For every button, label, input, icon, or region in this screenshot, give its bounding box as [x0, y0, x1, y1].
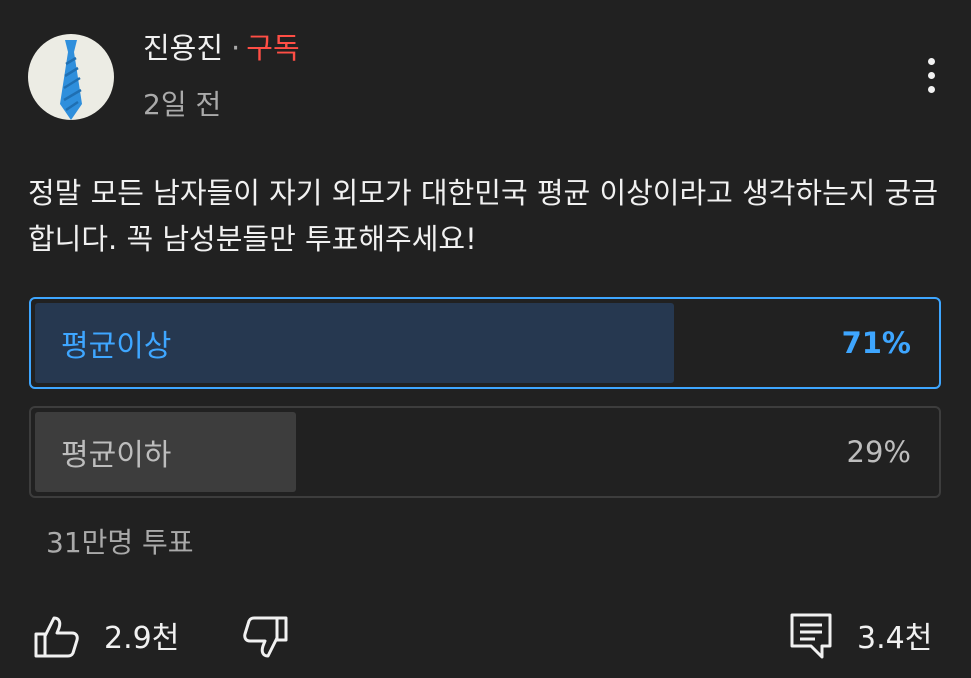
separator-dot: ·: [231, 31, 241, 65]
post-time: 2일 전: [143, 88, 222, 121]
thumbs-down-icon[interactable]: [242, 614, 290, 660]
poll-option-percent: 71%: [841, 326, 911, 360]
post-text: 정말 모든 남자들이 자기 외모가 대한민국 평균 이상이라고 생각하는지 궁금…: [28, 176, 939, 256]
author-name[interactable]: 진용진: [143, 31, 223, 65]
poll-option-label: 평균이상: [61, 329, 172, 364]
avatar[interactable]: [28, 34, 114, 120]
author-line: 진용진 · 구독: [143, 28, 300, 68]
more-vertical-icon[interactable]: [912, 52, 952, 100]
poll-option-above-average[interactable]: 평균이상 71%: [29, 297, 941, 389]
poll-option-below-average[interactable]: 평균이하 29%: [29, 406, 941, 498]
tie-icon: [60, 40, 82, 120]
comment-count: 3.4천: [857, 621, 933, 656]
poll-option-label: 평균이하: [61, 438, 172, 473]
thumbs-up-icon[interactable]: [32, 614, 80, 660]
vote-count: 31만명 투표: [46, 526, 194, 559]
poll-option-percent: 29%: [846, 435, 911, 469]
like-count: 2.9천: [104, 621, 180, 656]
subscribe-button[interactable]: 구독: [246, 31, 299, 65]
comment-icon[interactable]: [789, 612, 833, 660]
